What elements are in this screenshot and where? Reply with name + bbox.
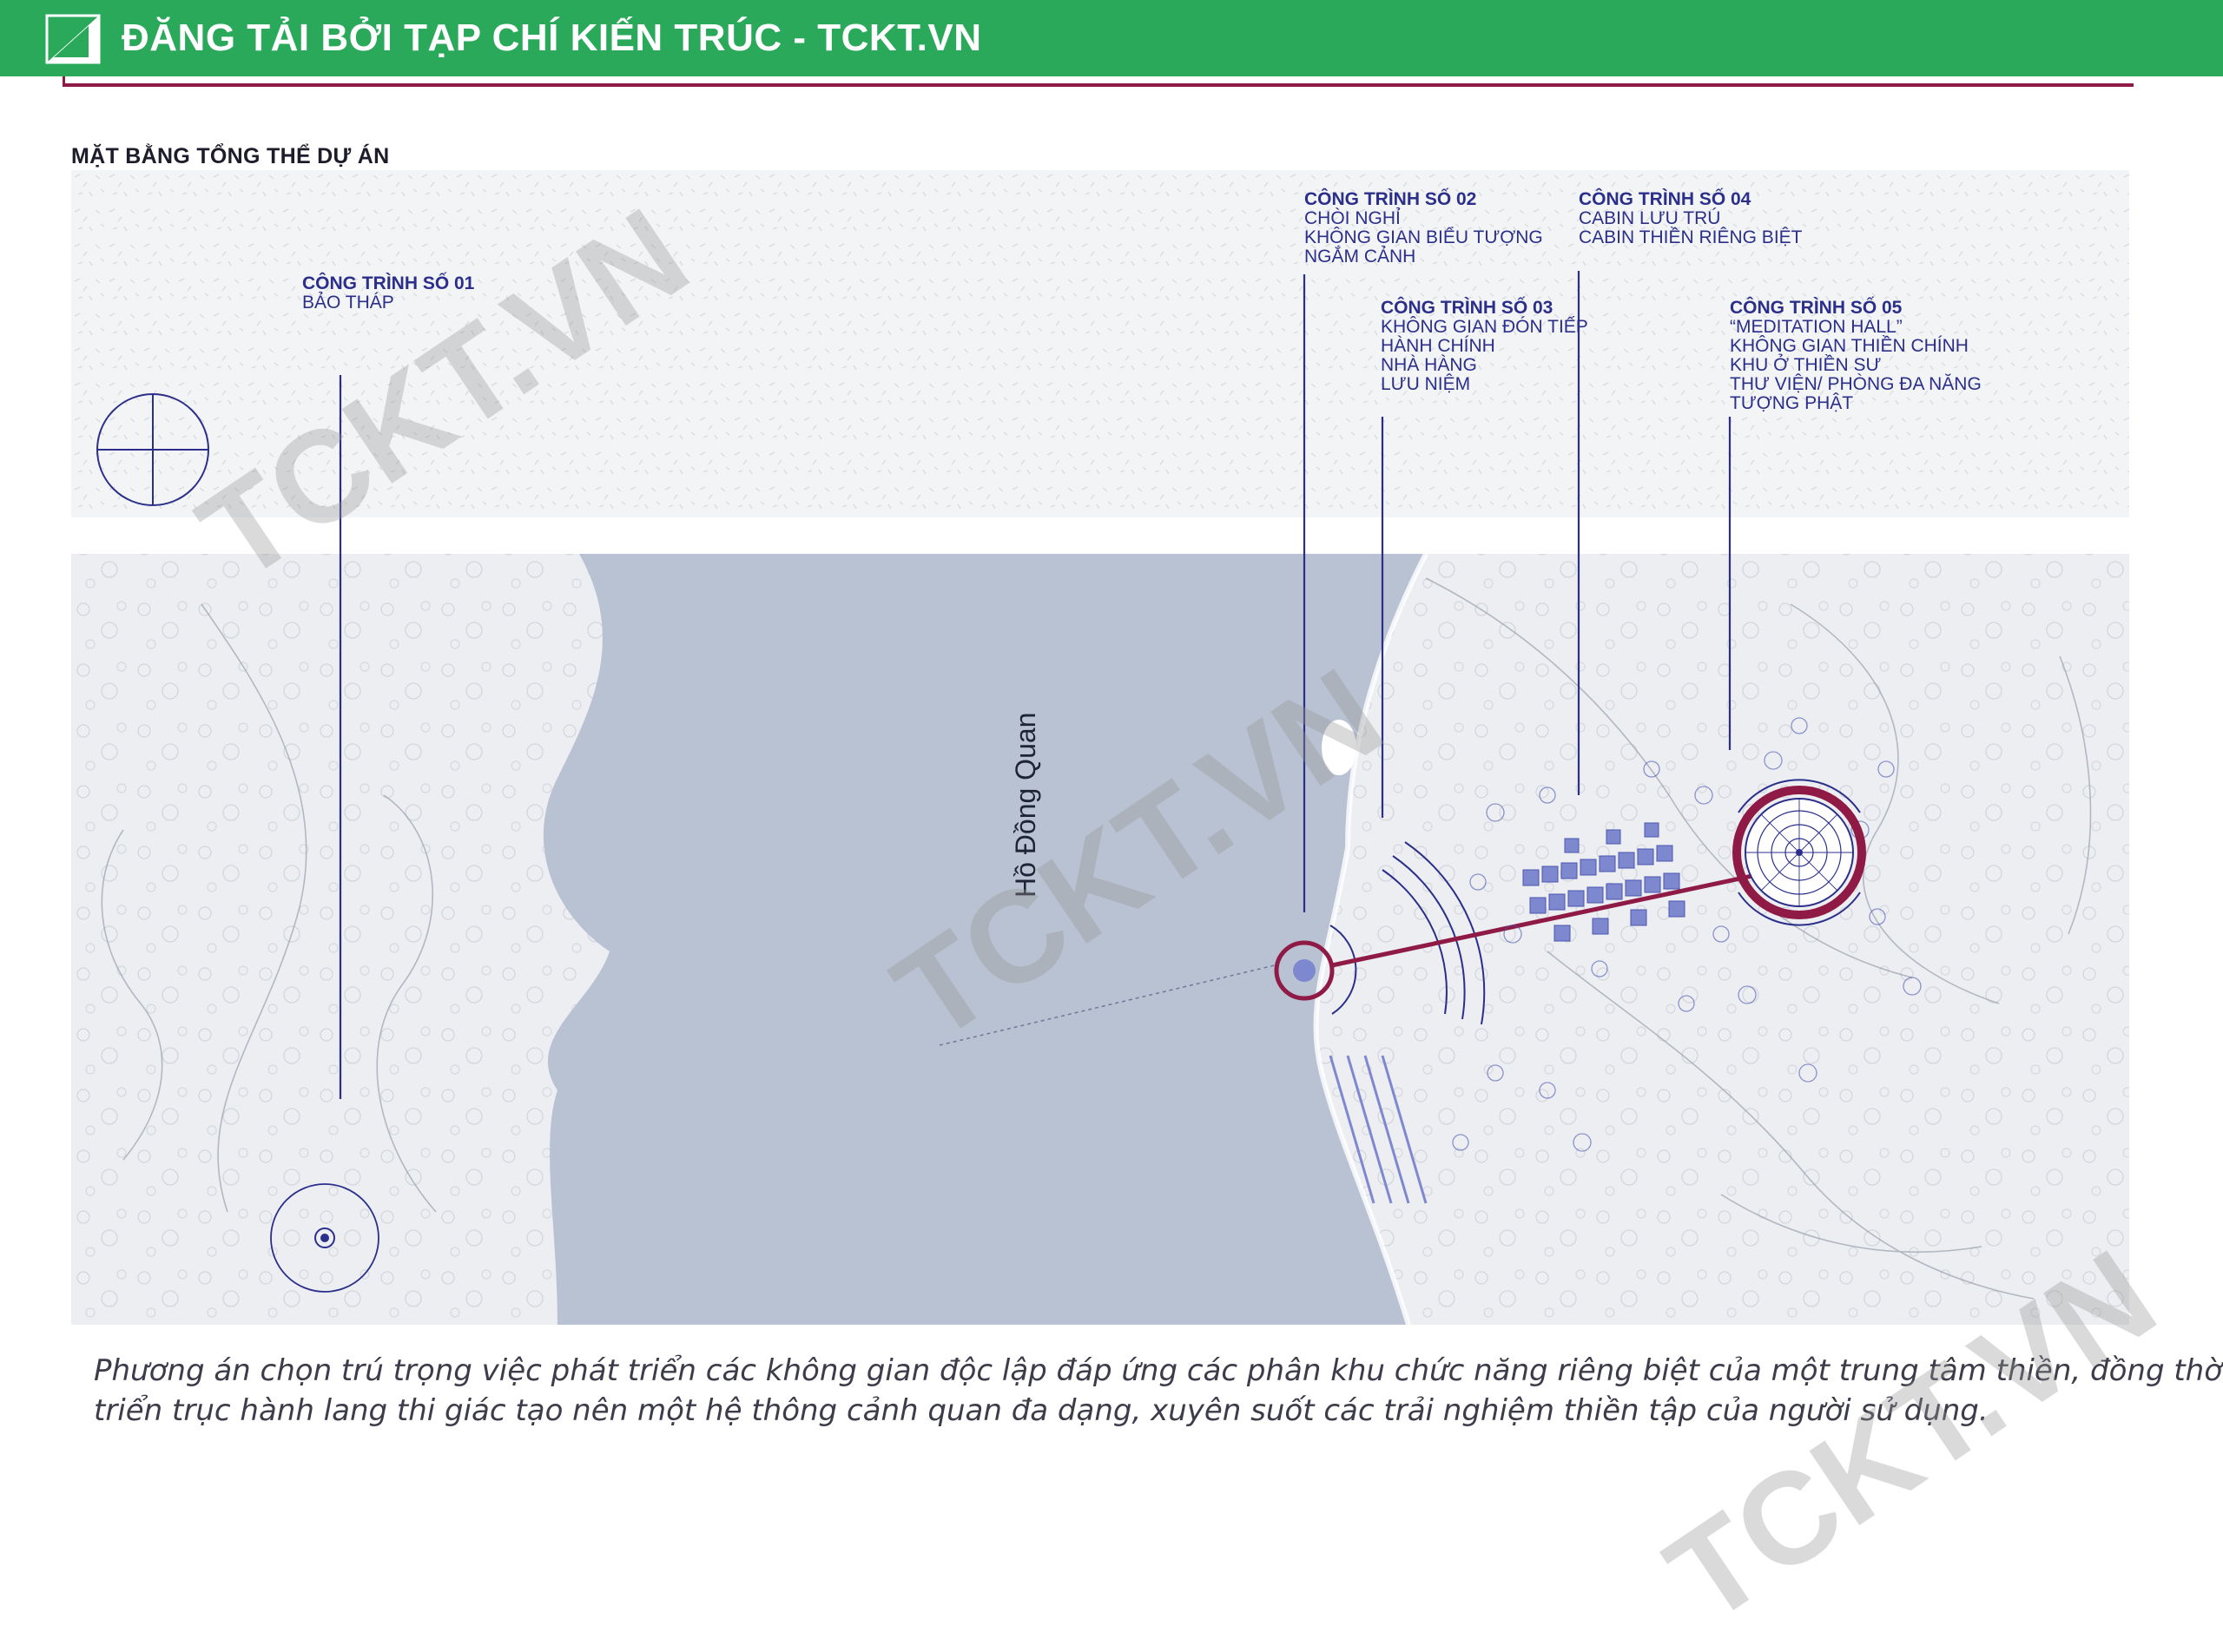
- label-04-title: CÔNG TRÌNH SỐ 04: [1579, 188, 1751, 209]
- label-01-line-1: BẢO THÁP: [302, 293, 394, 313]
- label-05-line-3: KHU Ở THIỀN SƯ: [1730, 354, 1881, 375]
- header-rule: [63, 83, 2134, 87]
- label-01-title: CÔNG TRÌNH SỐ 01: [302, 273, 475, 293]
- label-02-line-3: NGẮM CẢNH: [1304, 246, 1415, 267]
- banner-title: ĐĂNG TẢI BỞI TẠP CHÍ KIẾN TRÚC - TCKT.VN: [122, 16, 982, 59]
- site-plan-drawing: Hồ Đồng Quan CÔNG TRÌNH SỐ 01 BẢO THÁP C…: [71, 170, 2129, 1325]
- site-plan: Hồ Đồng Quan CÔNG TRÌNH SỐ 01 BẢO THÁP C…: [71, 170, 2129, 1325]
- caption-line-1: Phương án chọn trú trọng việc phát triển…: [94, 1353, 2223, 1388]
- label-05-line-1: “MEDITATION HALL”: [1730, 317, 1903, 337]
- label-03-line-2: HÀNH CHÍNH: [1381, 336, 1495, 356]
- label-02-title: CÔNG TRÌNH SỐ 02: [1304, 188, 1476, 209]
- label-02-line-1: CHÒI NGHỈ: [1304, 208, 1401, 228]
- label-05-line-5: TƯỢNG PHẬT: [1730, 393, 1853, 413]
- label-03-title: CÔNG TRÌNH SỐ 03: [1381, 297, 1553, 318]
- tckt-logo-icon: [45, 14, 101, 64]
- label-03-line-4: LƯU NIỆM: [1381, 374, 1470, 394]
- label-04-line-1: CABIN LƯU TRÚ: [1579, 208, 1720, 228]
- label-05-title: CÔNG TRÌNH SỐ 05: [1730, 297, 1903, 318]
- section-title: MẶT BẰNG TỔNG THỂ DỰ ÁN: [71, 144, 390, 168]
- top-banner: ĐĂNG TẢI BỞI TẠP CHÍ KIẾN TRÚC - TCKT.VN: [0, 0, 2223, 76]
- label-03-line-3: NHÀ HÀNG: [1381, 355, 1477, 375]
- label-05-line-2: KHÔNG GIAN THIỀN CHÍNH: [1730, 336, 1969, 356]
- label-02-line-2: KHÔNG GIAN BIỂU TƯỢNG: [1304, 227, 1543, 247]
- label-05-line-4: THƯ VIỆN/ PHÒNG ĐA NĂNG: [1730, 374, 1982, 394]
- label-04-line-2: CABIN THIỀN RIÊNG BIỆT: [1579, 227, 1803, 247]
- label-03-line-1: KHÔNG GIAN ĐÓN TIẾP: [1381, 317, 1587, 337]
